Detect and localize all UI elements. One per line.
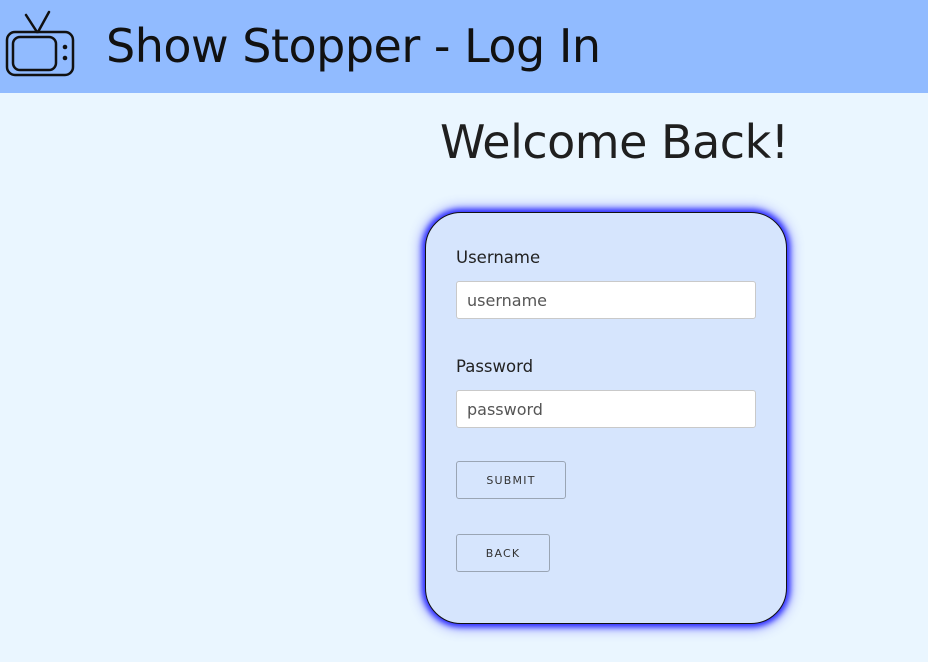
- username-label: Username: [456, 248, 541, 267]
- app-header: Show Stopper - Log In: [0, 0, 928, 93]
- submit-button[interactable]: SUBMIT: [456, 461, 566, 499]
- back-button[interactable]: BACK: [456, 534, 550, 572]
- password-label: Password: [456, 357, 534, 376]
- username-input[interactable]: [456, 281, 756, 319]
- password-input[interactable]: [456, 390, 756, 428]
- page-title: Show Stopper - Log In: [106, 19, 601, 73]
- welcome-heading: Welcome Back!: [440, 115, 789, 169]
- login-card: Username Password SUBMIT BACK: [425, 212, 787, 624]
- tv-icon: [5, 10, 75, 77]
